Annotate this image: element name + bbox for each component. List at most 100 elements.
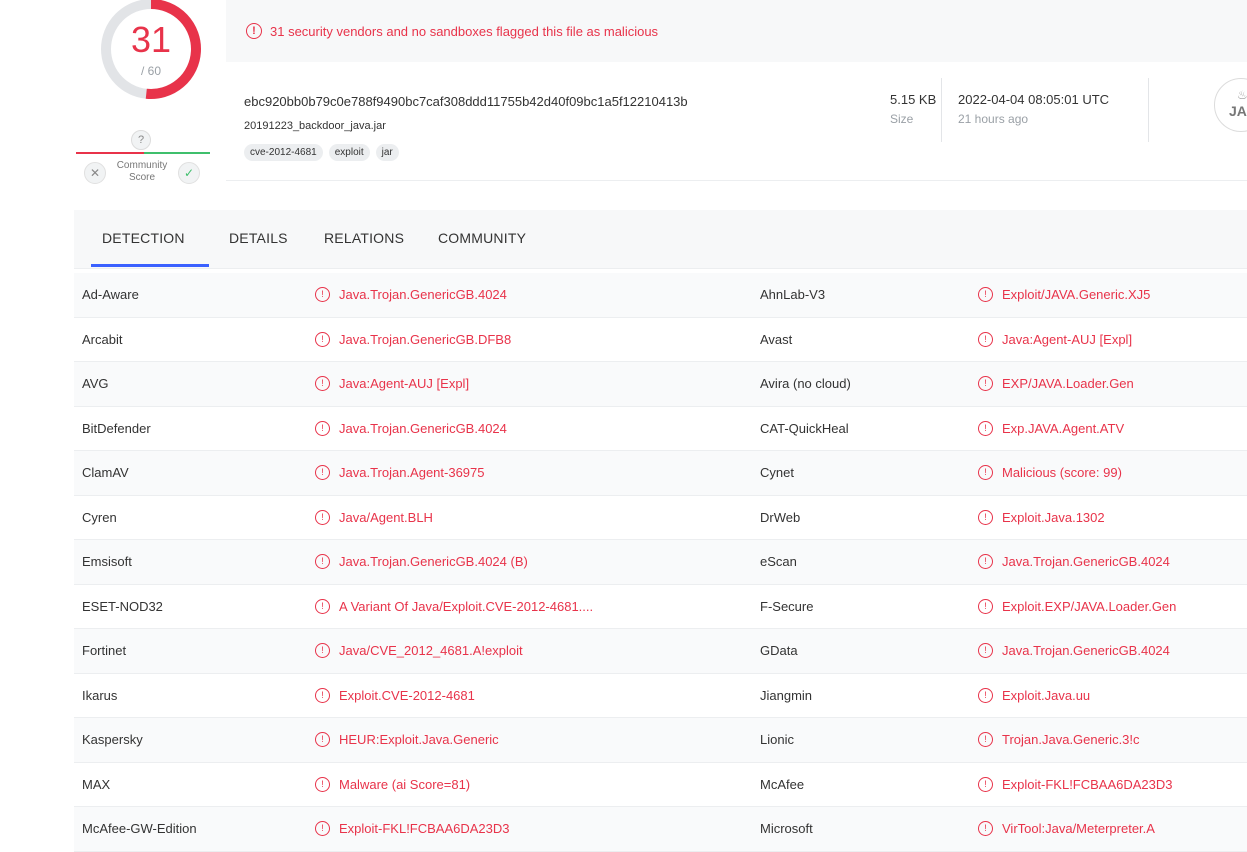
- engine-name: Kaspersky: [82, 732, 143, 747]
- detection-result: ! Exploit.Java.1302: [978, 509, 1105, 525]
- detection-result: ! Exp.JAVA.Agent.ATV: [978, 420, 1124, 436]
- community-unknown-icon: ?: [131, 130, 151, 150]
- detection-label: Exploit-FKL!FCBAA6DA23D3: [339, 821, 510, 836]
- detection-label: Java.Trojan.Agent-36975: [339, 465, 485, 480]
- detection-label: Java/CVE_2012_4681.A!exploit: [339, 643, 523, 658]
- detection-label: Malware (ai Score=81): [339, 776, 471, 792]
- tag[interactable]: exploit: [328, 144, 370, 161]
- file-size-label: Size: [890, 112, 914, 126]
- detection-result: ! Java.Trojan.GenericGB.DFB8: [315, 331, 512, 347]
- divider: [941, 78, 942, 142]
- table-row: McAfee-GW-Edition! Exploit-FKL!FCBAA6DA23…: [74, 807, 1247, 852]
- tag[interactable]: jar: [375, 144, 399, 161]
- java-file-type-icon: ♨ JA: [1214, 78, 1247, 132]
- detection-label: Trojan.Java.Generic.3!c: [1002, 732, 1140, 747]
- detection-result: ! Java:Agent-AUJ [Expl]: [315, 376, 469, 391]
- detection-banner: ! 31 security vendors and no sandboxes f…: [226, 0, 1247, 62]
- alert-icon: !: [315, 776, 330, 792]
- alert-icon: !: [978, 287, 993, 302]
- table-row: Kaspersky! HEUR:Exploit.Java.Generic Lioni…: [74, 718, 1247, 763]
- community-score-bar-negative: [76, 152, 144, 154]
- file-name: 20191223_backdoor_java.jar: [244, 120, 386, 132]
- engine-name: McAfee: [760, 776, 805, 792]
- alert-icon: !: [315, 465, 330, 480]
- alert-icon: !: [978, 509, 993, 525]
- alert-icon: !: [978, 598, 993, 614]
- vote-malicious-button[interactable]: ✕: [84, 162, 106, 184]
- detection-label: Java.Trojan.GenericGB.4024: [339, 420, 507, 436]
- alert-icon: !: [978, 687, 993, 703]
- detection-result: ! Java.Trojan.GenericGB.4024: [315, 420, 507, 436]
- detection-label: Java.Trojan.GenericGB.4024 (B): [339, 554, 528, 569]
- alert-icon: !: [315, 687, 330, 703]
- tab-detection[interactable]: DETECTION: [102, 230, 185, 246]
- engine-name: Ikarus: [82, 687, 118, 703]
- alert-icon: !: [978, 821, 993, 836]
- coffee-cup-icon: ♨: [1237, 88, 1247, 102]
- report-tabs: DETECTION DETAILS RELATIONS COMMUNITY: [74, 210, 1247, 269]
- alert-icon: !: [315, 643, 330, 658]
- detection-label: VirTool:Java/Meterpreter.A: [1002, 821, 1155, 836]
- detection-label: Malicious (score: 99): [1002, 465, 1122, 480]
- detection-label: Java.Trojan.GenericGB.4024: [1002, 643, 1170, 658]
- community-score-bar-positive: [144, 152, 210, 154]
- engine-name: Lionic: [760, 732, 794, 747]
- tab-relations[interactable]: RELATIONS: [324, 230, 404, 246]
- detection-label: Exploit.EXP/JAVA.Loader.Gen: [1002, 598, 1177, 614]
- alert-icon: !: [246, 23, 262, 39]
- detection-label: Java.Trojan.GenericGB.DFB8: [339, 331, 512, 347]
- detection-result: ! Java.Trojan.GenericGB.4024: [978, 643, 1170, 658]
- engine-name: Arcabit: [82, 331, 123, 347]
- detection-result: ! Exploit.Java.uu: [978, 687, 1090, 703]
- tab-details[interactable]: DETAILS: [229, 230, 288, 246]
- tab-community[interactable]: COMMUNITY: [438, 230, 526, 246]
- table-row: Arcabit! Java.Trojan.GenericGB.DFB8 Avast!…: [74, 318, 1247, 362]
- detection-result: ! Exploit.EXP/JAVA.Loader.Gen: [978, 598, 1177, 614]
- detection-result: ! Java.Trojan.GenericGB.4024: [978, 554, 1170, 569]
- detection-result: ! Exploit-FKL!FCBAA6DA23D3: [315, 821, 510, 836]
- file-size-value: 5.15 KB: [890, 92, 937, 107]
- engine-name: ClamAV: [82, 465, 129, 480]
- detection-label: HEUR:Exploit.Java.Generic: [339, 732, 499, 747]
- table-row: Ikarus! Exploit.CVE-2012-4681 Jiangmin! Exp…: [74, 674, 1247, 718]
- detection-result: ! Malware (ai Score=81): [315, 776, 471, 792]
- table-row: Fortinet! Java/CVE_2012_4681.A!exploit GDa…: [74, 629, 1247, 674]
- alert-icon: !: [978, 776, 993, 792]
- engine-name: Fortinet: [82, 643, 127, 658]
- engine-name: F-Secure: [760, 598, 814, 614]
- alert-icon: !: [315, 376, 330, 391]
- alert-icon: !: [978, 376, 993, 391]
- active-tab-indicator: [91, 264, 209, 267]
- detection-result: ! Exploit-FKL!FCBAA6DA23D3: [978, 776, 1173, 792]
- table-row: Ad-Aware! Java.Trojan.GenericGB.4024 AhnLa…: [74, 273, 1247, 318]
- detection-label: Java.Trojan.GenericGB.4024: [1002, 554, 1170, 569]
- detection-label: Exploit/JAVA.Generic.XJ5: [1002, 287, 1151, 302]
- alert-icon: !: [978, 554, 993, 569]
- detection-result: ! Java.Trojan.GenericGB.4024: [315, 287, 507, 302]
- alert-icon: !: [978, 465, 993, 480]
- community-score-label: Community Score: [116, 160, 168, 183]
- detection-result: ! Java/Agent.BLH: [315, 509, 433, 525]
- alert-icon: !: [978, 420, 993, 436]
- file-type-label: JA: [1229, 103, 1247, 119]
- engine-name: AVG: [82, 376, 109, 391]
- alert-icon: !: [315, 420, 330, 436]
- detection-label: A Variant Of Java/Exploit.CVE-2012-4681.…: [339, 598, 594, 614]
- vote-harmless-button[interactable]: ✓: [178, 162, 200, 184]
- table-row: AVG! Java:Agent-AUJ [Expl] Avira (no cloud…: [74, 362, 1247, 407]
- tag[interactable]: cve-2012-4681: [244, 144, 323, 161]
- file-hash[interactable]: ebc920bb0b79c0e788f9490bc7caf308ddd11755…: [244, 94, 688, 109]
- engine-name: Jiangmin: [760, 687, 813, 703]
- table-row: Emsisoft! Java.Trojan.GenericGB.4024 (B) e…: [74, 540, 1247, 585]
- file-tags: cve-2012-4681 exploit jar: [244, 144, 399, 161]
- vendor-total: / 60: [140, 64, 161, 78]
- detection-result: ! Trojan.Java.Generic.3!c: [978, 732, 1140, 747]
- engine-name: McAfee-GW-Edition: [82, 821, 197, 836]
- detection-result: ! Malicious (score: 99): [978, 465, 1122, 480]
- detections-table: Ad-Aware! Java.Trojan.GenericGB.4024 AhnLa…: [74, 273, 1247, 852]
- detection-label: Java.Trojan.GenericGB.4024: [339, 287, 507, 302]
- alert-icon: !: [315, 287, 330, 302]
- engine-name: AhnLab-V3: [760, 287, 826, 302]
- engine-name: DrWeb: [760, 509, 801, 525]
- engine-name: BitDefender: [82, 420, 151, 436]
